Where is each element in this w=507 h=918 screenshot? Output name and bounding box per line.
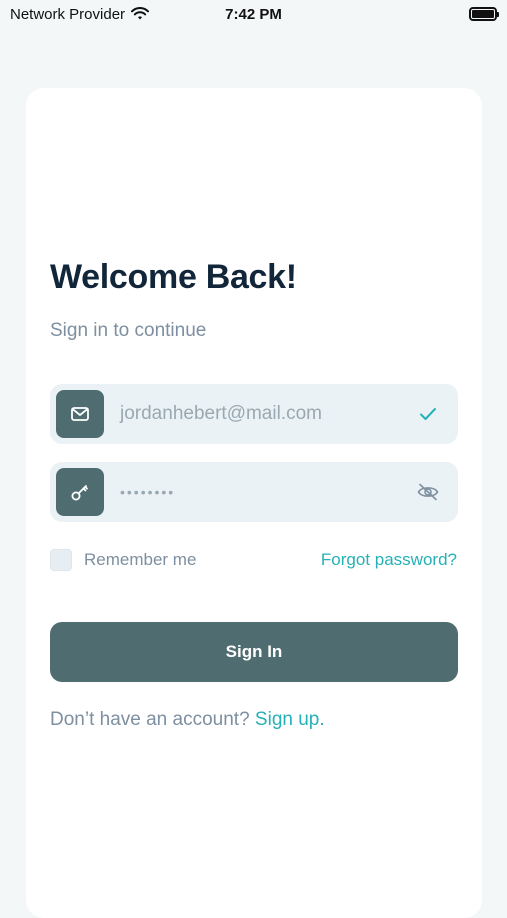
toggle-password-visibility[interactable] bbox=[398, 462, 458, 522]
password-field[interactable]: •••••••• bbox=[50, 462, 458, 522]
password-input[interactable]: •••••••• bbox=[120, 462, 398, 522]
email-input[interactable]: jordanhebert@mail.com bbox=[120, 384, 398, 444]
mail-icon bbox=[56, 390, 104, 438]
status-left: Network Provider bbox=[10, 5, 150, 23]
eye-off-icon bbox=[417, 483, 439, 501]
check-icon bbox=[420, 408, 436, 420]
remember-me[interactable]: Remember me bbox=[50, 549, 196, 571]
page-subtitle: Sign in to continue bbox=[50, 320, 207, 341]
status-bar: Network Provider 7:42 PM bbox=[0, 0, 507, 28]
carrier-label: Network Provider bbox=[10, 5, 126, 23]
remember-checkbox[interactable] bbox=[50, 549, 72, 571]
email-field[interactable]: jordanhebert@mail.com bbox=[50, 384, 458, 444]
wifi-icon bbox=[131, 7, 150, 20]
signup-prompt: Don’t have an account? Sign up. bbox=[50, 709, 325, 731]
sign-in-button[interactable]: Sign In bbox=[50, 622, 458, 682]
remember-label: Remember me bbox=[84, 550, 197, 569]
battery-icon bbox=[469, 7, 499, 21]
signup-prompt-text: Don’t have an account? bbox=[50, 709, 250, 730]
email-valid-indicator bbox=[398, 384, 458, 444]
sign-up-link[interactable]: Sign up. bbox=[255, 709, 325, 730]
key-icon bbox=[56, 468, 104, 516]
forgot-password-link[interactable]: Forgot password? bbox=[321, 550, 457, 570]
battery-level bbox=[472, 10, 494, 18]
page-title: Welcome Back! bbox=[50, 258, 297, 296]
